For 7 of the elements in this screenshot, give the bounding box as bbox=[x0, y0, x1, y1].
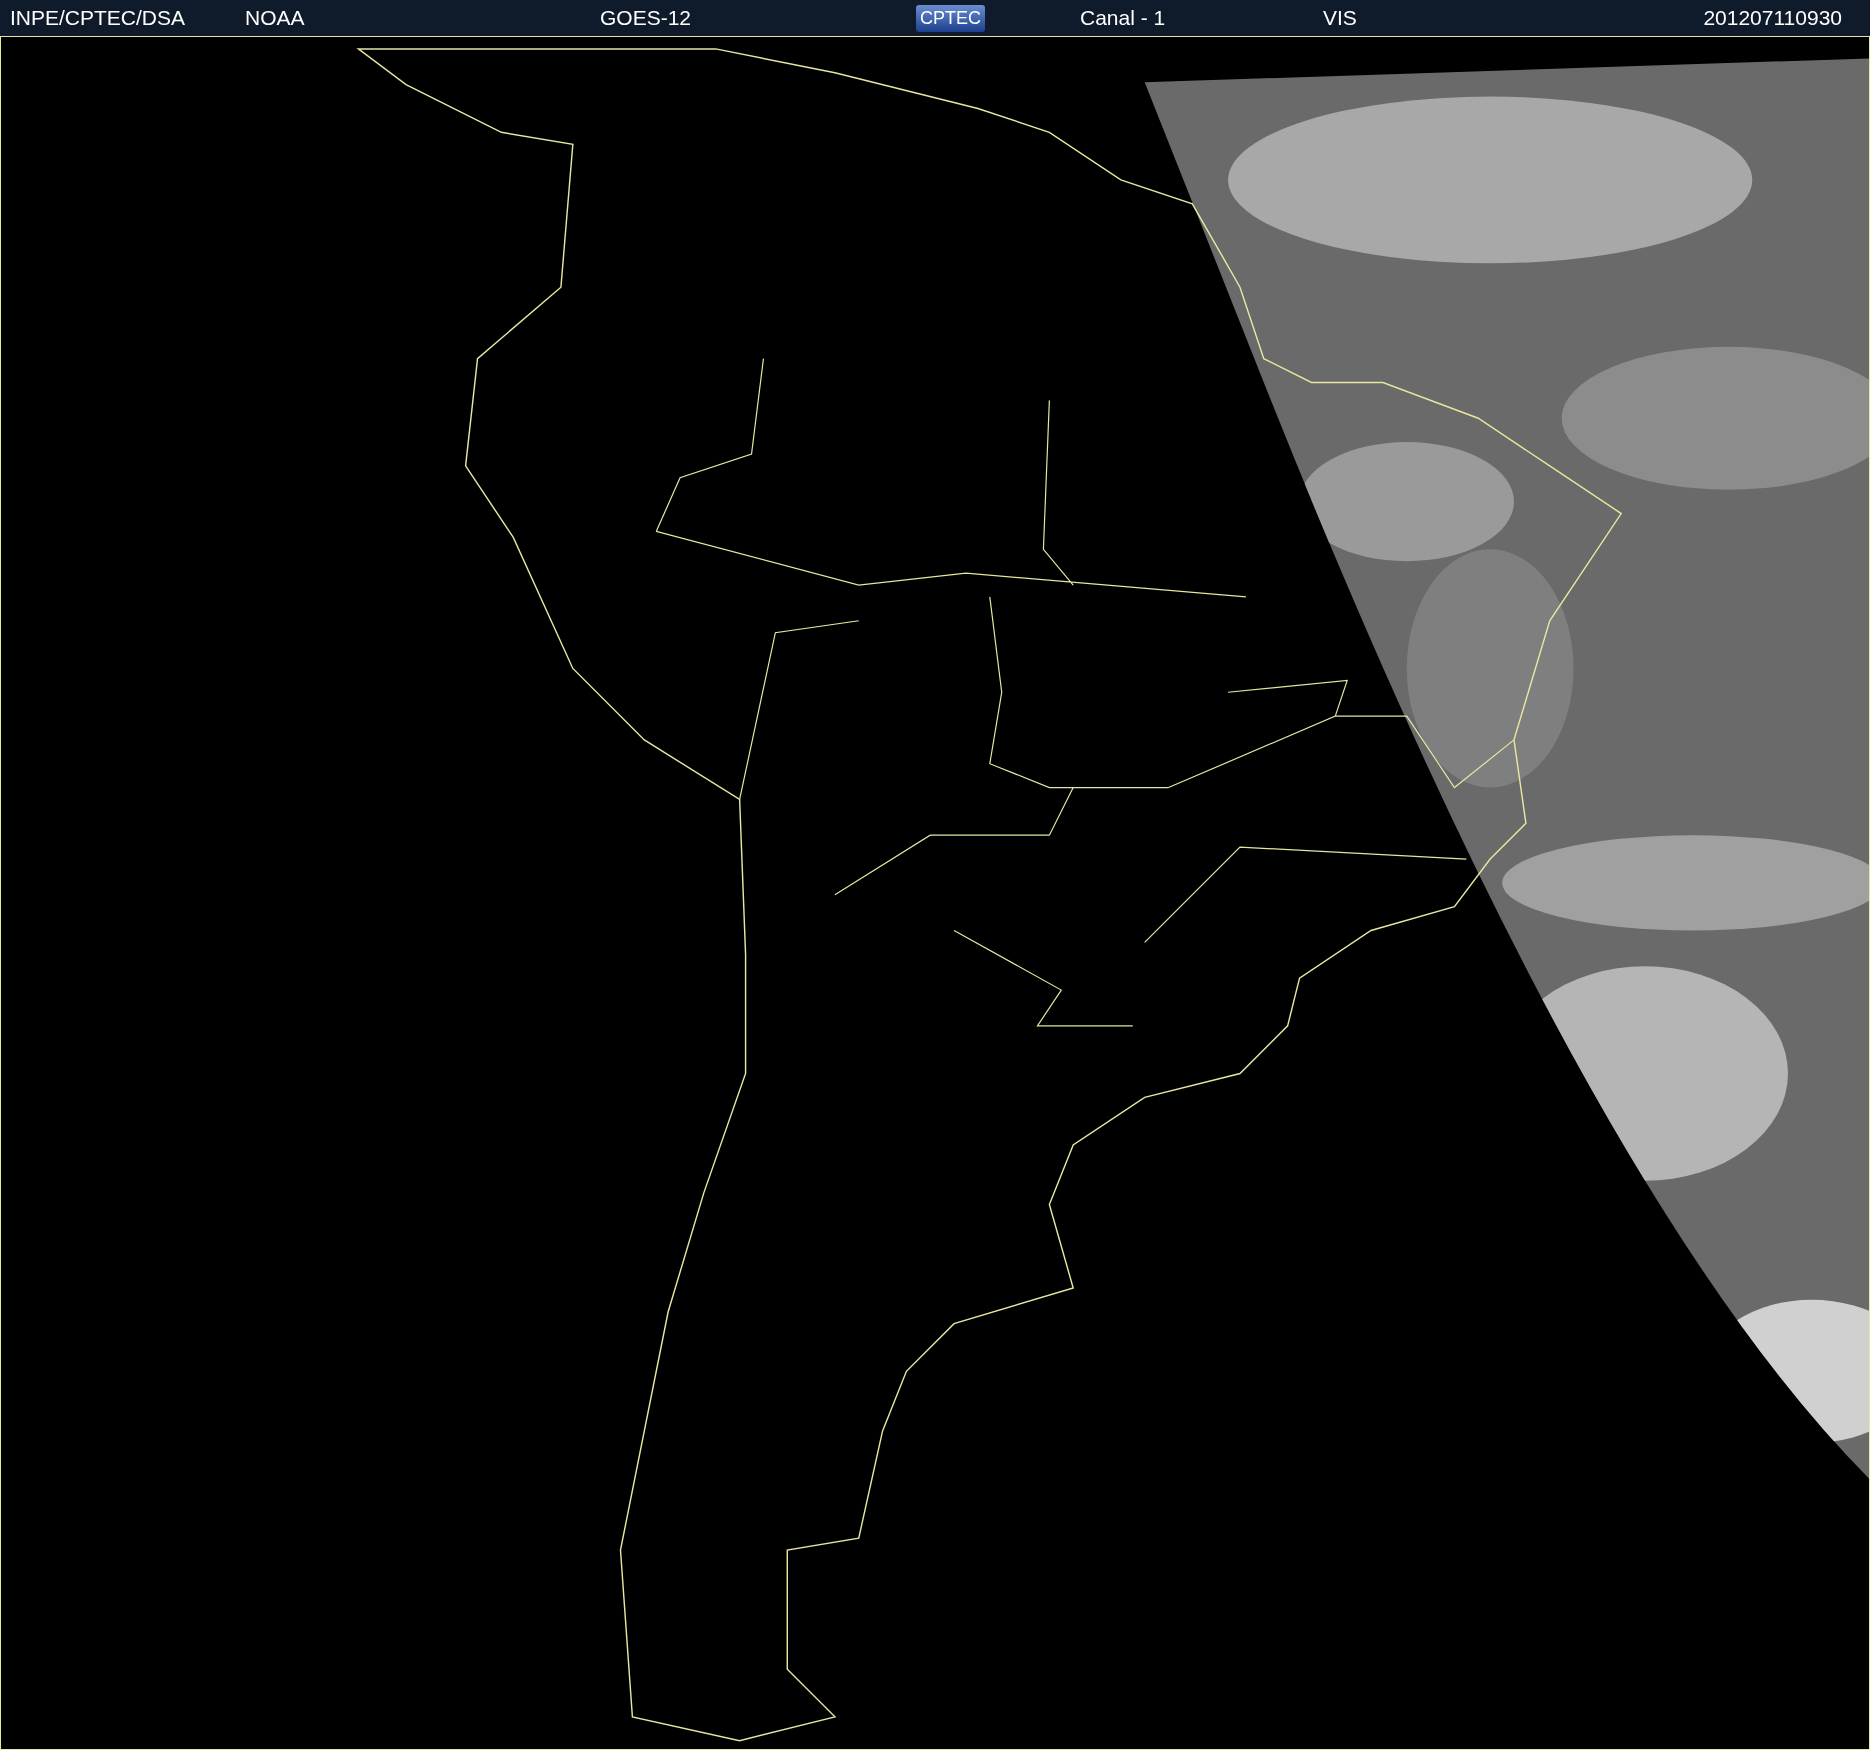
logo: CPTEC bbox=[916, 4, 985, 32]
timestamp-label: 201207110930 bbox=[1703, 6, 1842, 30]
channel-label: Canal - 1 bbox=[1080, 6, 1166, 30]
satellite-label: GOES-12 bbox=[600, 6, 692, 30]
source-label: INPE/CPTEC/DSA bbox=[10, 6, 186, 30]
band-label: VIS bbox=[1323, 6, 1357, 30]
agency-label: NOAA bbox=[245, 6, 305, 30]
